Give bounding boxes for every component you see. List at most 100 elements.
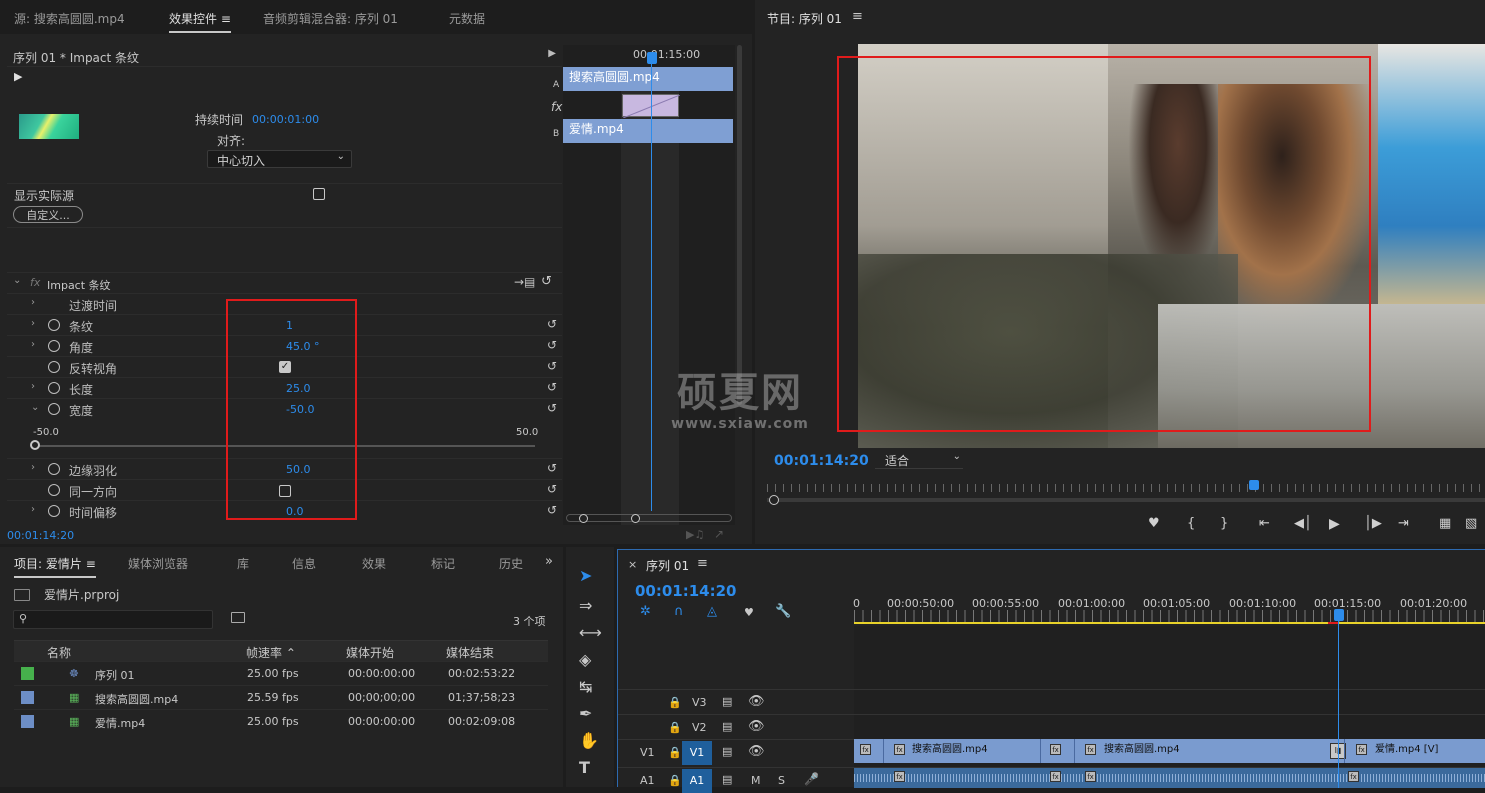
tab-info[interactable]: 信息 (292, 555, 316, 572)
effect-controls-timecode[interactable]: 00:01:14:20 (7, 529, 74, 542)
wrench-icon[interactable]: 🔧 (775, 604, 791, 619)
reset-icon[interactable]: ↺ (547, 401, 557, 415)
microphone-icon[interactable]: 🎤 (804, 772, 819, 786)
lock-icon[interactable]: 🔒 (668, 746, 682, 759)
add-keyframe-icon[interactable]: →▤ (514, 275, 535, 289)
tab-media-browser[interactable]: 媒体浏览器 (128, 555, 188, 572)
ripple-edit-tool-icon[interactable]: ⟷ (579, 623, 602, 642)
width-slider-handle[interactable] (30, 440, 40, 450)
hamburger-menu-icon[interactable]: ≡ (697, 556, 708, 571)
timeline-audio-clip-a1[interactable]: fx fx fx fx (854, 768, 1485, 788)
pen-tool-icon[interactable]: ✒ (579, 704, 592, 723)
mini-clip-b[interactable]: 爱情.mp4 (563, 119, 733, 143)
tab-audio-mixer[interactable]: 音频剪辑混合器: 序列 01 (263, 10, 398, 27)
vertical-scrollbar[interactable] (737, 45, 742, 405)
expand-arrow-icon[interactable]: › (31, 339, 35, 350)
mini-scroll-track[interactable] (566, 514, 732, 522)
sync-lock-icon[interactable]: ▤ (722, 695, 732, 708)
linked-selection-icon[interactable]: ◬ (707, 604, 717, 619)
eye-icon[interactable]: 👁 (748, 719, 765, 734)
mark-in-icon[interactable]: { (1187, 516, 1195, 531)
show-source-checkbox[interactable] (313, 188, 325, 200)
stopwatch-icon[interactable] (48, 319, 60, 331)
lock-icon[interactable]: 🔒 (668, 721, 682, 734)
collapse-arrow-icon[interactable]: ▶ (548, 48, 556, 59)
hamburger-menu-icon[interactable]: ≡ (221, 12, 231, 26)
stopwatch-icon[interactable] (48, 361, 60, 373)
solo-button[interactable]: S (778, 774, 785, 787)
expand-arrow-icon[interactable]: › (31, 504, 35, 515)
play-icon[interactable]: ▶ (1329, 516, 1340, 532)
timeline-title[interactable]: 序列 01 (646, 557, 689, 574)
expand-arrow-icon[interactable]: › (31, 381, 35, 392)
collapse-arrow-icon[interactable]: ⌄ (31, 402, 39, 413)
fit-select[interactable]: 适合 ⌄ (875, 451, 963, 469)
program-scroll-track[interactable] (767, 498, 1485, 502)
reset-icon[interactable]: ↺ (547, 338, 557, 352)
play-transition-icon[interactable]: ▶ (14, 70, 22, 83)
hamburger-menu-icon[interactable]: ≡ (86, 557, 96, 571)
collapse-arrow-icon[interactable]: ⌄ (13, 275, 21, 286)
label-color-swatch[interactable] (21, 691, 34, 704)
col-media-end[interactable]: 媒体结束 (446, 644, 494, 661)
track-target-a1[interactable]: A1 (682, 769, 712, 793)
project-row-sequence[interactable]: ☸ 序列 01 25.00 fps 00:00:00:00 00:02:53:2… (14, 661, 548, 685)
tab-metadata[interactable]: 元数据 (449, 10, 485, 27)
razor-tool-icon[interactable]: ◈ (579, 650, 591, 669)
reset-icon[interactable]: ↺ (547, 359, 557, 373)
duration-value[interactable]: 00:00:01:00 (252, 113, 319, 126)
step-forward-icon[interactable]: │▶ (1364, 516, 1382, 531)
program-playhead-marker[interactable] (1249, 480, 1259, 490)
eye-icon[interactable]: 👁 (748, 694, 765, 709)
mini-playhead-marker[interactable] (647, 52, 657, 64)
hand-tool-icon[interactable]: ✋ (579, 731, 599, 750)
col-fps[interactable]: 帧速率 ⌃ (246, 644, 296, 661)
mini-scroll-handle-left[interactable] (579, 514, 588, 523)
close-icon[interactable]: × (628, 558, 637, 571)
new-bin-icon[interactable] (231, 612, 245, 623)
slip-tool-icon[interactable]: ↹ (579, 677, 592, 696)
reset-icon[interactable]: ↺ (541, 274, 552, 289)
mark-out-icon[interactable]: } (1220, 516, 1228, 531)
tab-source[interactable]: 源: 搜索高圆圆.mp4 (14, 10, 125, 27)
tab-history[interactable]: 历史 (499, 555, 523, 572)
stopwatch-icon[interactable] (48, 340, 60, 352)
sync-lock-icon[interactable]: ▤ (722, 745, 732, 758)
add-marker-icon[interactable]: ♥ (1148, 516, 1160, 531)
timeline-playhead-marker[interactable] (1334, 609, 1344, 621)
hamburger-menu-icon[interactable]: ≡ (852, 9, 863, 24)
audio-play-icon[interactable]: ▶♫ (686, 528, 704, 541)
selection-tool-icon[interactable]: ➤ (579, 566, 592, 585)
nest-icon[interactable]: ✲ (640, 604, 651, 619)
step-back-icon[interactable]: ◀│ (1294, 516, 1312, 531)
sync-lock-icon[interactable]: ▤ (722, 773, 732, 786)
sync-lock-icon[interactable]: ▤ (722, 720, 732, 733)
timeline-timecode[interactable]: 00:01:14:20 (635, 582, 737, 600)
eye-icon[interactable]: 👁 (748, 744, 765, 759)
project-row-clip-2[interactable]: ▦ 爱情.mp4 25.00 fps 00:00:00:00 00:02:09:… (14, 709, 548, 733)
label-color-swatch[interactable] (21, 715, 34, 728)
mini-scroll-handle-right[interactable] (631, 514, 640, 523)
expand-arrow-icon[interactable]: › (31, 318, 35, 329)
go-to-out-icon[interactable]: ⇥ (1398, 516, 1409, 531)
col-name[interactable]: 名称 (47, 644, 71, 661)
tab-library[interactable]: 库 (237, 555, 249, 572)
tab-effect-controls[interactable]: 效果控件 ≡ (169, 10, 231, 33)
program-scroll-handle[interactable] (769, 495, 779, 505)
mute-button[interactable]: M (751, 774, 761, 787)
reset-icon[interactable]: ↺ (547, 482, 557, 496)
label-color-swatch[interactable] (21, 667, 34, 680)
stopwatch-icon[interactable] (48, 403, 60, 415)
stopwatch-icon[interactable] (48, 505, 60, 517)
reset-icon[interactable]: ↺ (547, 461, 557, 475)
reset-icon[interactable]: ↺ (547, 380, 557, 394)
source-patch-v1[interactable]: V1 (640, 746, 655, 759)
program-timecode[interactable]: 00:01:14:20 (774, 453, 869, 469)
extract-icon[interactable]: ▧ (1465, 516, 1477, 531)
track-select-tool-icon[interactable]: ⇒ (579, 596, 592, 615)
lock-icon[interactable]: 🔒 (668, 774, 682, 787)
program-ruler[interactable] (767, 484, 1485, 492)
reset-icon[interactable]: ↺ (547, 503, 557, 517)
lock-icon[interactable]: 🔒 (668, 696, 682, 709)
stopwatch-icon[interactable] (48, 484, 60, 496)
